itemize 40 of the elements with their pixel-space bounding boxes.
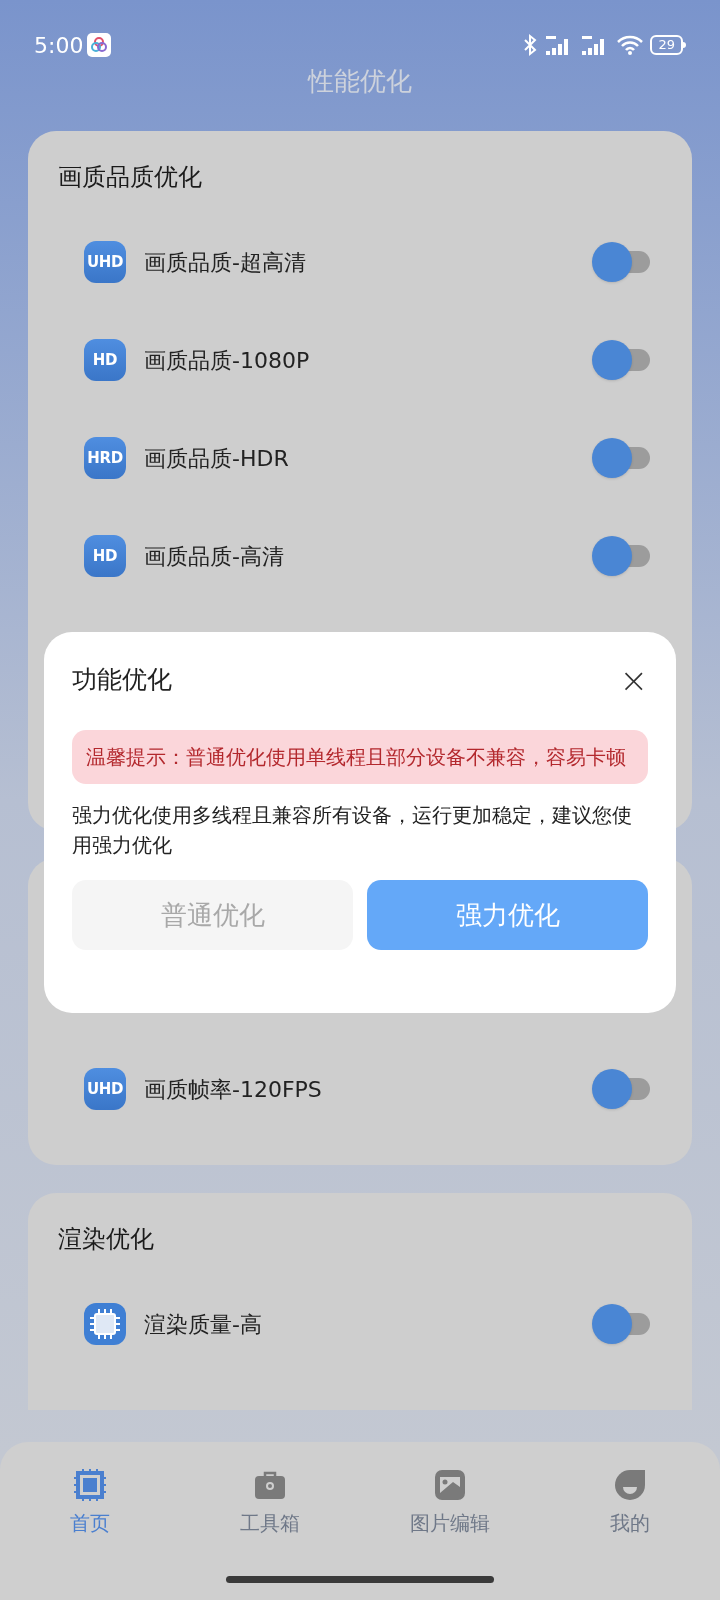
- quality-badge-icon: HRD: [84, 437, 126, 479]
- dialog-title: 功能优化: [72, 664, 172, 697]
- battery-tip-icon: [683, 42, 686, 48]
- nav-tab[interactable]: 图片编辑: [360, 1468, 540, 1600]
- option-label: 画质品质-1080P: [144, 347, 310, 373]
- option-label: 画质品质-高清: [144, 543, 284, 569]
- toggle-switch[interactable]: [592, 1069, 650, 1109]
- quality-badge-icon: HD: [84, 339, 126, 381]
- page-title: 性能优化: [306, 65, 413, 98]
- section-title: 画质品质优化: [58, 162, 203, 193]
- toggle-switch[interactable]: [592, 536, 650, 576]
- toggle-switch[interactable]: [592, 242, 650, 282]
- primary-button[interactable]: 强力优化: [367, 880, 648, 950]
- section-title: 渲染优化: [58, 1224, 155, 1255]
- warning-message: 温馨提示：普通优化使用单线程且部分设备不兼容，容易卡顿: [72, 730, 648, 784]
- option-label: 画质品质-HDR: [144, 445, 289, 471]
- toggle-switch[interactable]: [592, 340, 650, 380]
- quality-badge-icon: HD: [84, 535, 126, 577]
- status-time: 5:00: [34, 31, 84, 60]
- wifi-icon: [616, 33, 645, 57]
- secondary-button[interactable]: 普通优化: [72, 880, 353, 950]
- quality-badge-icon: UHD: [84, 1068, 126, 1110]
- bluetooth-icon: [522, 33, 539, 57]
- nav-tab[interactable]: 首页: [0, 1468, 180, 1600]
- option-label: 画质品质-超高清: [144, 249, 306, 275]
- chip-icon: [73, 1468, 107, 1502]
- app-notification-icon: [87, 33, 112, 57]
- chip-icon: [84, 1303, 126, 1345]
- battery-level: 29: [650, 35, 683, 55]
- nav-tab[interactable]: 工具箱: [180, 1468, 360, 1600]
- quality-badge-icon: UHD: [84, 241, 126, 283]
- image-icon: [433, 1468, 467, 1502]
- toggle-switch[interactable]: [592, 438, 650, 478]
- option-label: 渲染质量-高: [144, 1311, 262, 1337]
- dialog-message: 强力优化使用多线程且兼容所有设备，运行更加稳定，建议您使用强力优化: [72, 802, 633, 859]
- profile-icon: [613, 1468, 647, 1502]
- option-label: 画质帧率-120FPS: [144, 1076, 322, 1102]
- nav-tab[interactable]: 我的: [540, 1468, 720, 1600]
- close-button[interactable]: ×: [619, 663, 648, 697]
- toggle-switch[interactable]: [592, 1304, 650, 1344]
